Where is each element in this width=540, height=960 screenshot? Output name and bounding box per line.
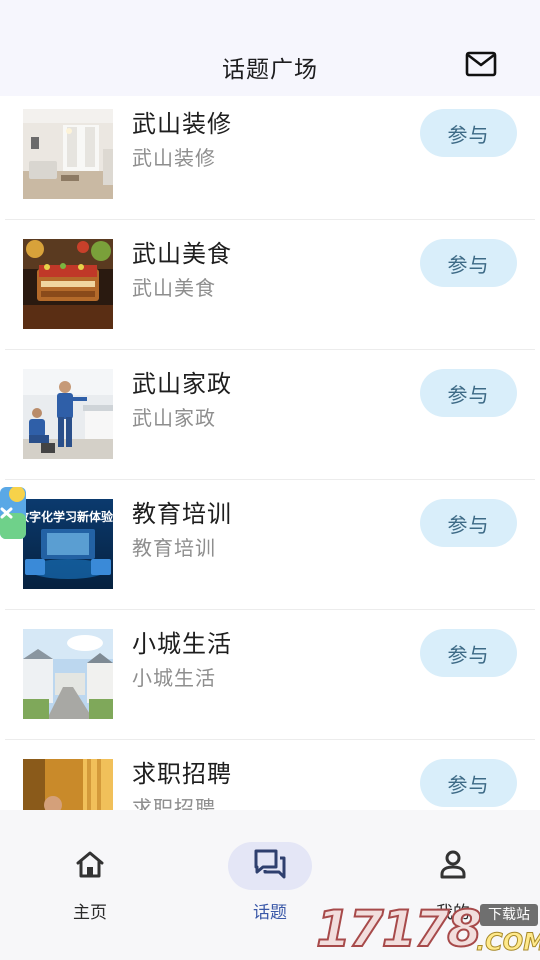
watermark-tag: 下载站 (480, 904, 538, 926)
join-button[interactable]: 参与 (420, 369, 517, 417)
topic-title: 教育培训 (132, 500, 232, 528)
topic-list[interactable]: 武山装修 武山装修 参与 武山美食 武山美食 参与 武山家政 武山家政 参与 数… (0, 96, 540, 810)
topic-title: 武山装修 (132, 110, 232, 138)
join-button[interactable]: 参与 (420, 109, 517, 157)
watermark-suffix: .COM (475, 928, 540, 957)
job-interview-photo (23, 759, 113, 810)
floating-tool-icon[interactable] (0, 486, 28, 539)
living-room-photo (23, 109, 113, 199)
mail-icon[interactable] (465, 51, 501, 81)
tab-icon-container (48, 842, 132, 890)
topic-subtitle: 求职招聘 (132, 796, 216, 810)
digital-learning-banner: 数字化学习新体验 (23, 499, 113, 589)
topic-title: 求职招聘 (132, 760, 232, 788)
food-dish-photo (23, 239, 113, 329)
topic-item[interactable]: 数字化学习新体验 教育培训 教育培训 参与 (0, 480, 540, 610)
tab-label: 主页 (73, 903, 107, 923)
site-watermark: 17178 下载站 .COM (315, 898, 540, 960)
topic-item[interactable]: 小城生活 小城生活 参与 (0, 610, 540, 740)
join-button[interactable]: 参与 (420, 239, 517, 287)
topic-subtitle: 小城生活 (132, 666, 216, 690)
top-bar: 话题广场 (0, 0, 540, 96)
topic-subtitle: 武山家政 (132, 406, 216, 430)
home-icon (74, 849, 106, 883)
topic-subtitle: 教育培训 (132, 536, 216, 560)
topic-item[interactable]: 武山家政 武山家政 参与 (0, 350, 540, 480)
topic-item[interactable]: 武山美食 武山美食 参与 (0, 220, 540, 350)
topic-subtitle: 武山美食 (132, 276, 216, 300)
app-screen: 话题广场 武山装修 武山装修 参与 武山美食 武山美食 参与 武山家政 武山家政… (0, 0, 540, 960)
topic-title: 武山家政 (132, 370, 232, 398)
join-button[interactable]: 参与 (420, 629, 517, 677)
banner-text: 数字化学习新体验 (23, 510, 113, 524)
housekeeping-workers-photo (23, 369, 113, 459)
topic-item[interactable]: 求职招聘 求职招聘 参与 (0, 740, 540, 810)
topic-subtitle: 武山装修 (132, 146, 216, 170)
topic-title: 小城生活 (132, 630, 232, 658)
tab-home[interactable]: 主页 (0, 810, 180, 960)
join-button[interactable]: 参与 (420, 499, 517, 547)
tab-icon-container (411, 842, 495, 890)
page-title: 话题广场 (222, 57, 318, 83)
topic-title: 武山美食 (132, 240, 232, 268)
watermark-number: 17178 (315, 899, 483, 959)
town-street-photo (23, 629, 113, 719)
tab-icon-container (228, 842, 312, 890)
person-icon (439, 849, 467, 883)
chat-bubbles-icon (253, 848, 287, 884)
join-button[interactable]: 参与 (420, 759, 517, 807)
topic-item[interactable]: 武山装修 武山装修 参与 (0, 96, 540, 220)
